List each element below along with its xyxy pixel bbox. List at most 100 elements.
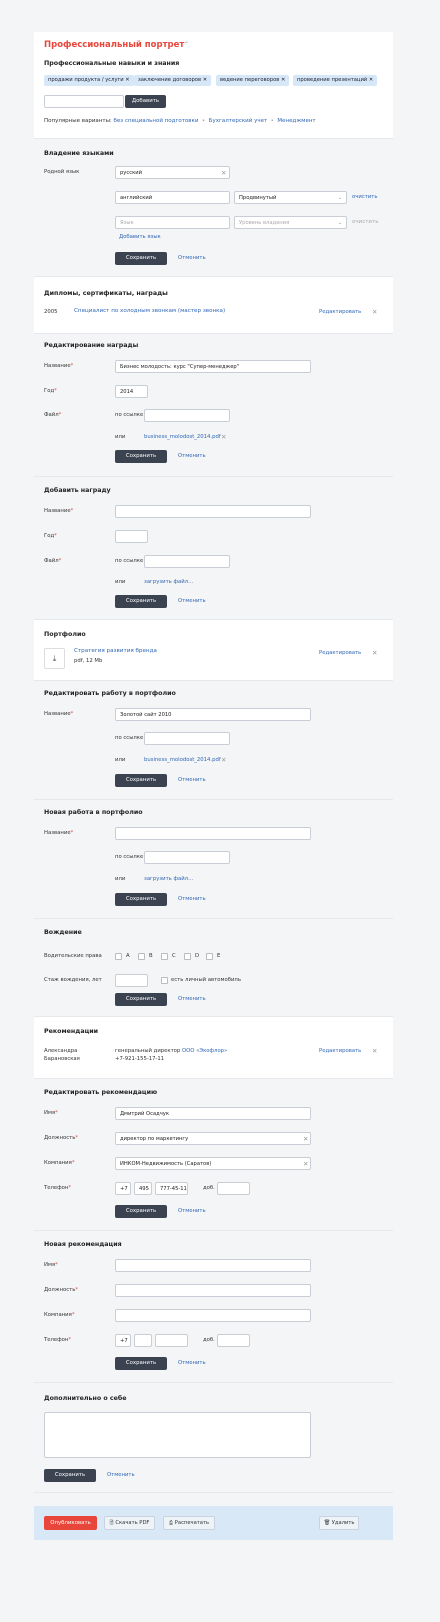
clear-language-link[interactable]: очистить [352, 219, 378, 225]
rec-position-field[interactable]: директор по маркетингу [115, 1132, 311, 1145]
cancel-link[interactable]: Отменить [178, 453, 206, 459]
license-checkbox-a[interactable] [115, 953, 122, 960]
ext-label: доб. [203, 1185, 215, 1191]
phone-area-field[interactable]: 495 [134, 1182, 152, 1195]
license-checkbox-e[interactable] [206, 953, 213, 960]
portfolio-item-title[interactable]: Стратегия развития бренда [74, 648, 157, 654]
close-icon[interactable]: ✕ [303, 1161, 308, 1168]
clear-language-link[interactable]: очистить [352, 194, 377, 200]
phone-ext-input[interactable] [217, 1334, 250, 1347]
award-name-input[interactable] [115, 505, 311, 518]
rec-company-input[interactable] [115, 1309, 311, 1322]
phone-area-input[interactable] [134, 1334, 152, 1347]
chevron-up-icon[interactable]: ⌃ [184, 41, 189, 48]
language-field[interactable]: английский [115, 191, 230, 204]
award-name-field[interactable]: Бизнес молодость: курс "Супер-менеджер" [115, 360, 311, 373]
license-checkbox-c[interactable] [161, 953, 168, 960]
cancel-link[interactable]: Отменить [107, 1472, 135, 1478]
file-url-field[interactable] [144, 409, 230, 422]
recommendations-section: Рекомендации Александра Барановская гене… [34, 1017, 393, 1079]
cancel-link[interactable]: Отменить [178, 255, 206, 261]
download-pdf-button[interactable]: 🗎 Скачать PDF [104, 1516, 155, 1530]
language-input[interactable]: Язык [115, 216, 230, 229]
file-url-input[interactable] [144, 851, 230, 864]
edit-link[interactable]: Редактировать [319, 309, 361, 315]
close-icon[interactable]: ✕ [125, 77, 129, 83]
new-portfolio-heading: Новая работа в портфолио [44, 809, 143, 816]
save-button[interactable]: Сохранить [115, 893, 167, 906]
file-url-input[interactable] [144, 555, 230, 568]
attached-file-link[interactable]: business_molodost_2014.pdf [144, 757, 221, 763]
cancel-link[interactable]: Отменить [178, 598, 206, 604]
diploma-title[interactable]: Специалист по холодным звонкам (мастер з… [74, 308, 225, 314]
language-level-select[interactable]: Уровень владения ⌄ [234, 216, 347, 229]
close-icon[interactable]: ✕ [221, 757, 226, 764]
skill-input[interactable] [44, 95, 124, 108]
edit-link[interactable]: Редактировать [319, 650, 361, 656]
popular-link[interactable]: Менеджмент [277, 118, 315, 124]
portfolio-name-field[interactable]: Золотой сайт 2010 [115, 708, 311, 721]
phone-country-input[interactable]: +7 [115, 1334, 131, 1347]
close-icon[interactable]: ✕ [203, 77, 207, 83]
close-icon[interactable]: ✕ [281, 77, 285, 83]
trash-icon: 🗑 [323, 1520, 331, 1526]
rec-position-input[interactable] [115, 1284, 311, 1297]
save-button[interactable]: Сохранить [115, 774, 167, 787]
close-icon[interactable]: ✕ [221, 434, 226, 441]
close-icon[interactable]: ✕ [372, 1048, 377, 1055]
experience-input[interactable] [115, 974, 148, 987]
cancel-link[interactable]: Отменить [178, 1360, 206, 1366]
close-icon[interactable]: ✕ [372, 309, 377, 316]
close-icon[interactable]: ✕ [221, 170, 226, 177]
cancel-link[interactable]: Отменить [178, 777, 206, 783]
print-button[interactable]: ⎙ Распечатать [163, 1516, 215, 1530]
award-year-field[interactable]: 2014 [115, 385, 148, 398]
year-label: Год* [44, 388, 57, 394]
own-car-checkbox[interactable] [161, 977, 168, 984]
native-language-field[interactable]: русский [115, 166, 230, 179]
cancel-link[interactable]: Отменить [178, 896, 206, 902]
publish-button[interactable]: Опубликовать [44, 1516, 97, 1530]
about-textarea[interactable] [44, 1412, 311, 1458]
close-icon[interactable]: ✕ [372, 650, 377, 657]
phone-country-field[interactable]: +7 [115, 1182, 131, 1195]
add-language-link[interactable]: Добавить язык [119, 234, 161, 240]
close-icon[interactable]: ✕ [303, 1136, 308, 1143]
save-button[interactable]: Сохранить [115, 1357, 167, 1370]
upload-file-link[interactable]: загрузить файл... [144, 876, 193, 882]
phone-ext-field[interactable] [217, 1182, 250, 1195]
cancel-link[interactable]: Отменить [178, 1208, 206, 1214]
license-checkbox-b[interactable] [138, 953, 145, 960]
driving-heading: Вождение [44, 929, 82, 936]
popular-link[interactable]: без специальной подготовки [114, 118, 199, 124]
attached-file-link[interactable]: business_molodost_2014.pdf [144, 434, 221, 440]
close-icon[interactable]: ✕ [369, 77, 373, 83]
rec-name-input[interactable] [115, 1259, 311, 1272]
cancel-link[interactable]: Отменить [178, 996, 206, 1002]
save-button[interactable]: Сохранить [115, 450, 167, 463]
phone-number-input[interactable] [155, 1334, 188, 1347]
file-url-field[interactable] [144, 732, 230, 745]
language-level-select[interactable]: Продвинутый ⌄ [234, 191, 347, 204]
save-button[interactable]: Сохранить [115, 252, 167, 265]
upload-file-link[interactable]: загрузить файл... [144, 579, 193, 585]
save-button[interactable]: Сохранить [44, 1469, 96, 1482]
license-checkbox-d[interactable] [184, 953, 191, 960]
delete-button[interactable]: 🗑 Удалить [319, 1516, 359, 1530]
portfolio-name-input[interactable] [115, 827, 311, 840]
edit-link[interactable]: Редактировать [319, 1048, 361, 1054]
save-button[interactable]: Сохранить [115, 1205, 167, 1218]
award-year-input[interactable] [115, 530, 148, 543]
about-heading: Дополнительно о себе [44, 1395, 127, 1402]
file-icon: 🗎 [109, 1520, 114, 1526]
popular-link[interactable]: Бухгалтерский учет [209, 118, 267, 124]
download-icon[interactable]: ⤓ [44, 648, 65, 669]
save-button[interactable]: Сохранить [115, 595, 167, 608]
phone-number-field[interactable]: 777-45-11 [155, 1182, 188, 1195]
company-link[interactable]: ООО «Экофлор» [182, 1048, 227, 1054]
rec-name-field[interactable]: Дмитрий Осадчук [115, 1107, 311, 1120]
save-button[interactable]: Сохранить [115, 993, 167, 1006]
add-skill-button[interactable]: Добавить [125, 95, 166, 108]
rec-company-field[interactable]: ИНКОМ-Недвижимость (Саратов) [115, 1157, 311, 1170]
skill-tag: проведение презентаций ✕ [293, 75, 378, 86]
